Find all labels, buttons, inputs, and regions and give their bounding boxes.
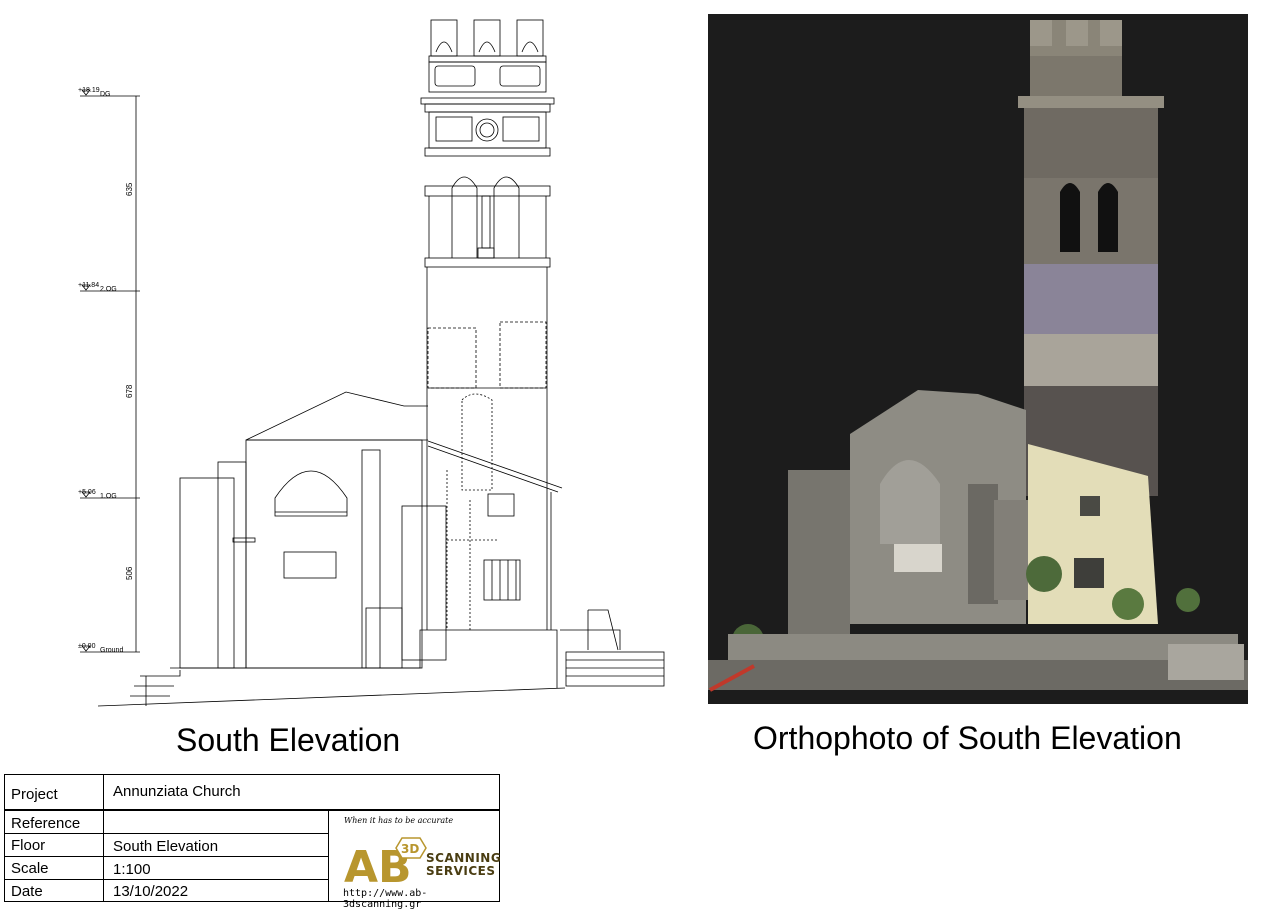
level-label: Ground [100, 647, 123, 654]
dimension-label: 635 [125, 182, 134, 196]
scale-label: Scale [11, 860, 49, 877]
reference-label: Reference [11, 815, 81, 832]
south-elevation-orthophoto [708, 14, 1248, 704]
logo-badge: 3D [401, 842, 419, 856]
date-label: Date [11, 883, 43, 900]
level-label: 2.OG [100, 286, 117, 293]
level-value: +11.84 [78, 282, 99, 289]
south-elevation-drawing: +18.19 DG +11.84 2.OG +5.06 1.OG ±0.00 G… [78, 19, 665, 707]
floor-label: Floor [11, 837, 46, 854]
date-value: 13/10/2022 [113, 883, 189, 900]
scale-value: 1:100 [113, 861, 151, 878]
title-block: Project Annunziata Church Reference Floo… [4, 774, 502, 910]
dimension-label: 506 [125, 566, 134, 580]
orthophoto-caption: Orthophoto of South Elevation [753, 720, 1182, 756]
level-value: +18.19 [78, 87, 100, 94]
project-label: Project [11, 786, 58, 803]
dimension-label: 678 [125, 384, 134, 398]
level-value: ±0.00 [78, 643, 96, 650]
logo-word-scanning: SCANNING [426, 851, 502, 865]
logo-tagline: When it has to be accurate [344, 816, 454, 825]
logo-url: http://www.ab-3dscanning.gr [343, 888, 428, 910]
drawing-caption: South Elevation [176, 722, 401, 758]
level-value: +5.06 [78, 489, 96, 496]
project-value: Annunziata Church [113, 783, 241, 800]
level-label: DG [100, 91, 111, 98]
logo-word-services: SERVICES [426, 864, 496, 878]
floor-value: South Elevation [113, 838, 219, 855]
level-label: 1.OG [100, 493, 117, 500]
